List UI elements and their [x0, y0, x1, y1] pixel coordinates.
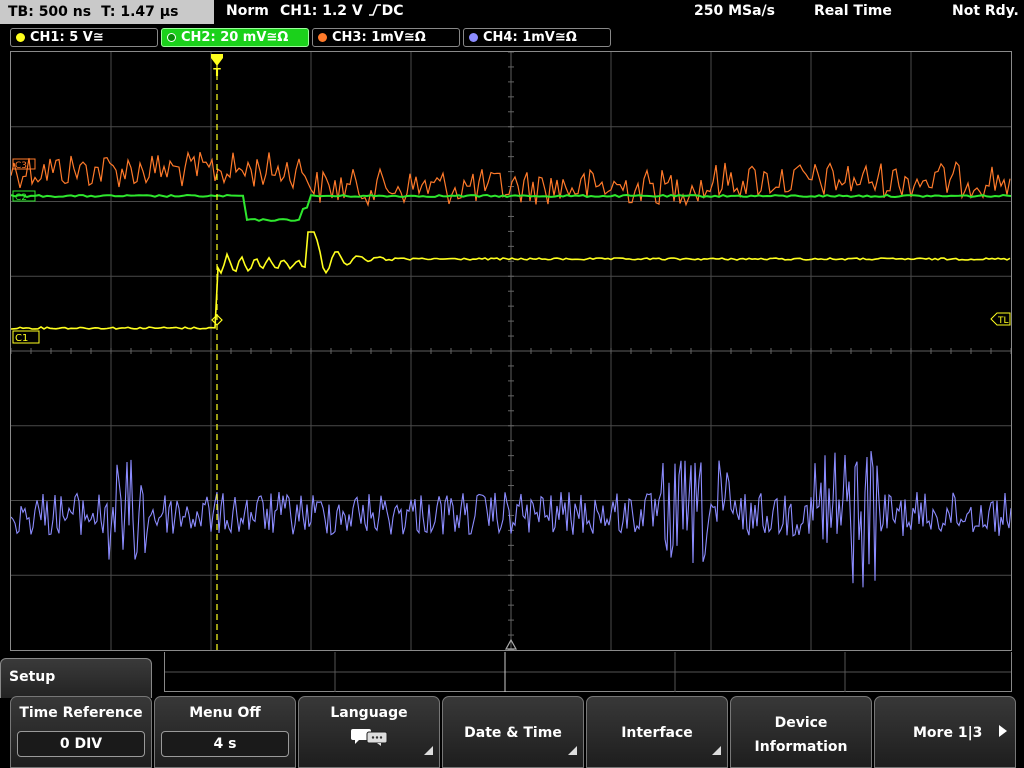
ch3-ref-label: C3 — [15, 161, 27, 171]
ch2-ref-marker[interactable]: C2 — [12, 190, 36, 203]
ch3-ref-marker[interactable]: C3 — [12, 158, 36, 171]
timebase-readout: TB: 500 ns — [8, 4, 92, 20]
trigger-source-level[interactable]: CH1: 1.2 V DC — [280, 3, 404, 19]
trigger-position-label: T — [213, 66, 221, 79]
softkey-label: More 1|3 — [913, 725, 983, 741]
softkey-label: Interface — [621, 725, 693, 741]
menu-off-value[interactable]: 4 s — [161, 731, 289, 757]
trigger-coupling: DC — [381, 3, 404, 19]
status-bar: Norm CH1: 1.2 V DC 250 MSa/s Real Time N… — [216, 0, 1024, 24]
language-softkey[interactable]: Language — [298, 696, 440, 768]
submenu-indicator-icon — [568, 746, 577, 755]
speech-bubbles-icon — [351, 729, 388, 746]
interface-softkey[interactable]: Interface — [586, 696, 728, 768]
channel-tab-ch3[interactable]: CH3: 1mV≅Ω — [312, 28, 460, 47]
channel-tab-label: CH1: 5 V≅ — [30, 30, 104, 45]
ch4-color-dot — [469, 33, 478, 42]
channel-tab-label: CH3: 1mV≅Ω — [332, 30, 426, 45]
trigger-level-label: TL — [997, 316, 1009, 326]
more-softkey[interactable]: More 1|3 — [874, 696, 1016, 768]
softkey-label: Language — [330, 705, 408, 721]
trigger-status: Not Rdy. — [952, 3, 1019, 19]
channel-tab-ch4[interactable]: CH4: 1mV≅Ω — [463, 28, 611, 47]
zoom-overview-strip — [164, 652, 1012, 692]
trigger-level-marker[interactable]: TL — [990, 312, 1011, 326]
trigger-level-text: CH1: 1.2 V — [280, 3, 363, 19]
softkey-label: Date & Time — [464, 725, 562, 741]
trigger-position-marker[interactable]: T — [211, 54, 223, 79]
time-reference-softkey[interactable]: Time Reference 0 DIV — [10, 696, 152, 768]
ch3-color-dot — [318, 33, 327, 42]
trigger-mode[interactable]: Norm — [226, 3, 269, 19]
device-information-softkey[interactable]: Device Information — [730, 696, 872, 768]
ch1-ref-marker[interactable]: C1 — [12, 330, 40, 344]
menu-title: Setup — [0, 658, 152, 698]
menu-off-softkey[interactable]: Menu Off 4 s — [154, 696, 296, 768]
timebase-panel[interactable]: TB: 500 ns T: 1.47 µs — [0, 0, 214, 24]
sample-rate: 250 MSa/s — [694, 3, 776, 19]
softkey-label: Menu Off — [189, 705, 261, 721]
channel-tab-label: CH4: 1mV≅Ω — [483, 30, 577, 45]
rising-edge-icon — [368, 4, 381, 16]
channel-tab-label: CH2: 20 mV≅Ω — [181, 30, 289, 45]
submenu-indicator-icon — [424, 746, 433, 755]
date-time-softkey[interactable]: Date & Time — [442, 696, 584, 768]
channel-tab-ch2[interactable]: CH2: 20 mV≅Ω — [161, 28, 309, 47]
submenu-indicator-icon — [712, 746, 721, 755]
ch2-ref-label: C2 — [15, 193, 27, 203]
acquisition-mode[interactable]: Real Time — [814, 3, 892, 19]
time-reference-value[interactable]: 0 DIV — [17, 731, 145, 757]
overview-grid — [165, 652, 1011, 692]
trigger-time-readout: T: 1.47 µs — [101, 4, 179, 20]
softkey-label: Time Reference — [19, 705, 143, 721]
ch1-ref-label: C1 — [15, 333, 28, 344]
ch2-color-dot — [167, 33, 176, 42]
softkey-label: Device Information — [754, 715, 848, 755]
next-page-arrow-icon — [999, 725, 1007, 737]
graticule — [11, 52, 1011, 650]
channel-tab-ch1[interactable]: CH1: 5 V≅ — [10, 28, 158, 47]
ch1-color-dot — [16, 33, 25, 42]
waveform-display[interactable]: T C3 C2 C1 TL — [10, 51, 1012, 651]
waveform-canvas: T C3 C2 C1 TL — [11, 52, 1011, 650]
